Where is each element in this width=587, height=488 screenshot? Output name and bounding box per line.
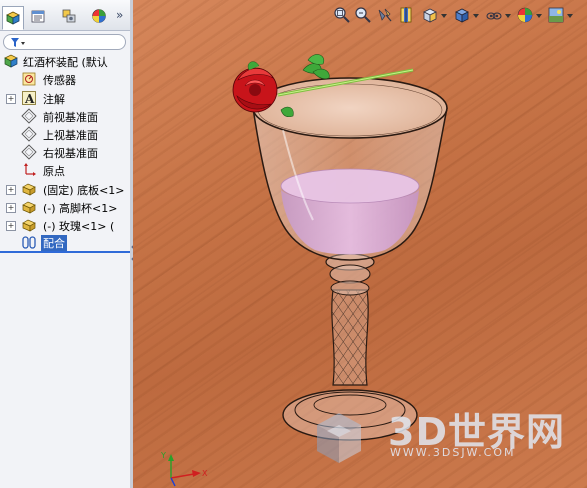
plane-icon: [21, 108, 37, 124]
part-icon: [21, 217, 37, 233]
chevron-down-icon[interactable]: [505, 14, 511, 18]
tree-item-top-plane[interactable]: 上视基准面: [0, 126, 130, 143]
scene-icon: [548, 7, 564, 23]
zoom-to-fit-button[interactable]: [333, 6, 351, 24]
tree-item-label: 前视基准面: [43, 111, 98, 124]
tree-item-right-plane[interactable]: 右视基准面: [0, 144, 130, 161]
display-manager-icon: [92, 9, 106, 23]
zoom-to-area-icon: [355, 7, 371, 23]
tree-item-label: 红酒杯装配 (默认: [23, 56, 108, 69]
tree-item-mates[interactable]: 配合: [0, 234, 130, 251]
expand-icon[interactable]: +: [6, 185, 16, 195]
previous-view-icon: [378, 8, 392, 22]
site-watermark: 3D世界网 WWW.3DSJW.COM: [303, 395, 583, 475]
zoom-to-area-button[interactable]: [354, 6, 372, 24]
zoom-to-fit-icon: [334, 7, 350, 23]
more-tabs-button[interactable]: »: [116, 8, 123, 22]
tree-item-goblet[interactable]: + (-) 高脚杯<1>: [0, 199, 130, 216]
tree-item-base-plate[interactable]: + (固定) 底板<1>: [0, 181, 130, 198]
expand-icon[interactable]: +: [6, 94, 16, 104]
apply-scene-button[interactable]: [547, 6, 565, 24]
triad-x-label: X: [202, 469, 208, 478]
tree-item-label: (固定) 底板<1>: [43, 184, 125, 197]
sensor-icon: [21, 71, 37, 87]
configuration-manager-tab[interactable]: [58, 5, 80, 27]
selection-underline: [0, 251, 130, 253]
feature-manager-panel: » 红酒杯装配 (默认 传感器 + A 注解 前视基准面 上视基准面 右视基准面…: [0, 0, 131, 488]
assembly-icon: [3, 53, 19, 69]
filter-icon: [11, 38, 25, 47]
display-style-button[interactable]: [453, 6, 471, 24]
tree-item-assembly[interactable]: 红酒杯装配 (默认: [0, 53, 130, 70]
previous-view-button[interactable]: [376, 6, 394, 24]
tree-item-label: 右视基准面: [43, 147, 98, 160]
heads-up-view-toolbar: [333, 6, 585, 28]
mates-icon: [21, 234, 37, 250]
tree-item-label: 原点: [43, 165, 65, 178]
tree-item-annotations[interactable]: + A 注解: [0, 90, 130, 107]
reference-triad: X Y: [161, 451, 208, 487]
svg-text:A: A: [24, 92, 35, 106]
configuration-manager-icon: [62, 9, 76, 23]
tree-item-rose[interactable]: + (-) 玫瑰<1> (: [0, 217, 130, 234]
triad-y-label: Y: [161, 451, 166, 460]
section-view-icon: [400, 7, 412, 23]
tree-item-sensors[interactable]: 传感器: [0, 71, 130, 88]
tree-item-front-plane[interactable]: 前视基准面: [0, 108, 130, 125]
hide-show-icon: [486, 12, 502, 20]
tree-item-origin[interactable]: 原点: [0, 162, 130, 179]
display-style-icon: [455, 8, 469, 23]
graphics-viewport[interactable]: 3D世界网 WWW.3DSJW.COM X Y: [133, 0, 587, 488]
chevron-down-icon[interactable]: [567, 14, 573, 18]
chevron-down-icon[interactable]: [473, 14, 479, 18]
glass-rim: [252, 77, 448, 139]
tree-item-label: 配合: [41, 235, 67, 251]
expand-icon[interactable]: +: [6, 203, 16, 213]
edit-appearance-button[interactable]: [516, 6, 534, 24]
part-icon: [21, 199, 37, 215]
plane-icon: [21, 126, 37, 142]
tree-item-label: 上视基准面: [43, 129, 98, 142]
expand-icon[interactable]: +: [6, 221, 16, 231]
tree-item-label: 传感器: [43, 74, 76, 87]
panel-tab-bar: »: [0, 0, 130, 31]
origin-icon: [21, 162, 37, 178]
tree-filter-field[interactable]: [3, 34, 126, 50]
watermark-logo: [317, 413, 361, 463]
feature-manager-icon: [6, 11, 20, 25]
section-view-button[interactable]: [397, 6, 415, 24]
feature-manager-tab[interactable]: [2, 6, 24, 30]
property-manager-icon: [31, 10, 45, 23]
display-manager-tab[interactable]: [88, 5, 110, 27]
part-icon: [21, 181, 37, 197]
tree-item-label: 注解: [43, 93, 65, 106]
view-orientation-icon: [423, 8, 437, 23]
watermark-url: WWW.3DSJW.COM: [390, 446, 516, 459]
property-manager-tab[interactable]: [27, 5, 49, 27]
tree-item-label: (-) 玫瑰<1> (: [43, 220, 115, 233]
chevron-down-icon[interactable]: [536, 14, 542, 18]
hide-show-items-button[interactable]: [485, 6, 503, 24]
tree-item-label: (-) 高脚杯<1>: [43, 202, 118, 215]
view-orientation-button[interactable]: [421, 6, 439, 24]
edit-appearance-icon: [517, 7, 533, 23]
glass-bowl: [252, 77, 448, 261]
glass-stem: [325, 253, 375, 386]
annotation-icon: A: [21, 90, 37, 106]
chevron-down-icon[interactable]: [441, 14, 447, 18]
plane-icon: [21, 144, 37, 160]
